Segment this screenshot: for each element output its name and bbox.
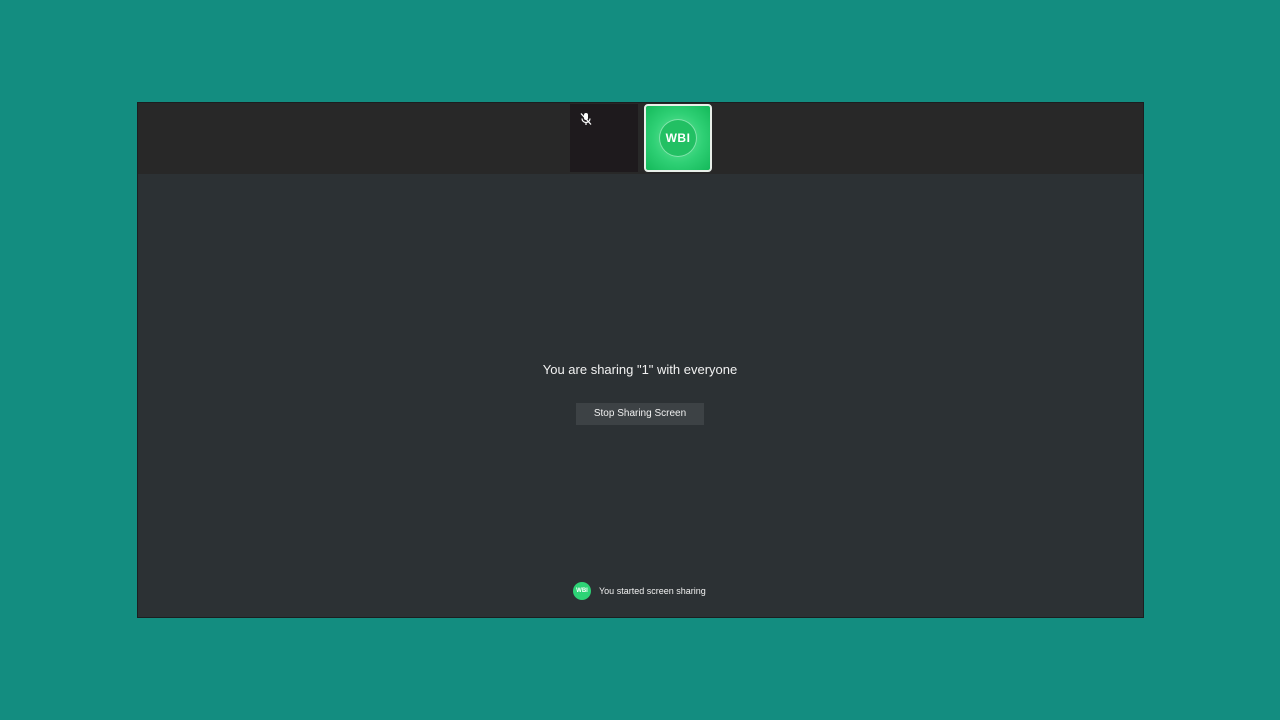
participant-tile-active[interactable]: WBI bbox=[644, 104, 712, 172]
participant-strip: WBI bbox=[138, 103, 1143, 174]
sharing-status-text: You are sharing "1" with everyone bbox=[542, 362, 738, 377]
avatar: WBI bbox=[660, 120, 696, 156]
meeting-window: WBI You are sharing "1" with everyone St… bbox=[137, 102, 1144, 618]
participant-tile-muted[interactable] bbox=[570, 104, 638, 172]
stop-sharing-button[interactable]: Stop Sharing Screen bbox=[576, 403, 704, 425]
notification-avatar: WBI bbox=[573, 582, 591, 600]
mic-off-icon bbox=[580, 113, 592, 125]
notification-text: You started screen sharing bbox=[599, 586, 706, 596]
screen-share-notification: WBI You started screen sharing bbox=[573, 581, 706, 601]
